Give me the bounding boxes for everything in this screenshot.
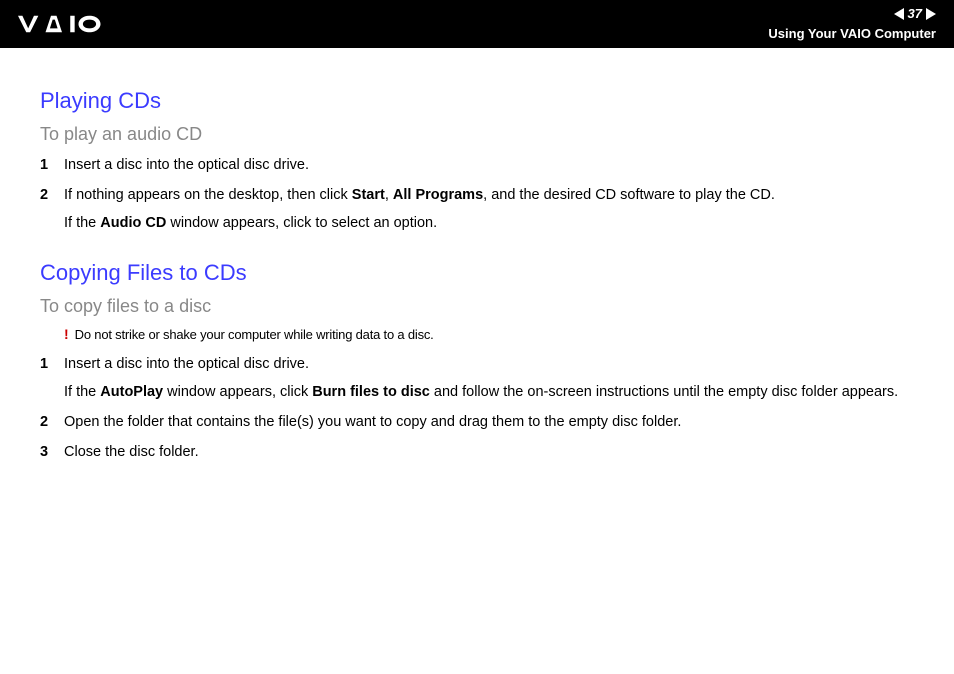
step-item: 3 Close the disc folder. bbox=[40, 442, 914, 464]
page-number: 37 bbox=[908, 5, 922, 23]
subheading-copy-files: To copy files to a disc bbox=[40, 296, 914, 317]
step-item: 1 Insert a disc into the optical disc dr… bbox=[40, 155, 914, 177]
step-number: 1 bbox=[40, 354, 64, 376]
warning-note: ! Do not strike or shake your computer w… bbox=[64, 327, 914, 342]
subheading-play-audio-cd: To play an audio CD bbox=[40, 124, 914, 145]
warning-text: Do not strike or shake your computer whi… bbox=[75, 327, 434, 342]
step-text: Insert a disc into the optical disc driv… bbox=[64, 354, 914, 404]
step-line: If nothing appears on the desktop, then … bbox=[64, 187, 775, 203]
next-page-icon[interactable] bbox=[926, 8, 936, 20]
step-number: 2 bbox=[40, 412, 64, 434]
step-item: 1 Insert a disc into the optical disc dr… bbox=[40, 354, 914, 404]
prev-page-icon[interactable] bbox=[894, 8, 904, 20]
page-content: Playing CDs To play an audio CD 1 Insert… bbox=[0, 48, 954, 463]
header-bar: 37 Using Your VAIO Computer bbox=[0, 0, 954, 48]
vaio-logo bbox=[18, 13, 128, 35]
page-navigation: 37 bbox=[768, 5, 936, 23]
step-text: If nothing appears on the desktop, then … bbox=[64, 185, 914, 235]
section-title: Using Your VAIO Computer bbox=[768, 25, 936, 43]
heading-playing-cds: Playing CDs bbox=[40, 88, 914, 114]
step-subline: If the Audio CD window appears, click to… bbox=[64, 213, 914, 235]
step-number: 1 bbox=[40, 155, 64, 177]
step-text: Open the folder that contains the file(s… bbox=[64, 412, 914, 434]
step-item: 2 If nothing appears on the desktop, the… bbox=[40, 185, 914, 235]
heading-copying-files: Copying Files to CDs bbox=[40, 260, 914, 286]
step-item: 2 Open the folder that contains the file… bbox=[40, 412, 914, 434]
step-line: Insert a disc into the optical disc driv… bbox=[64, 356, 309, 372]
step-text: Close the disc folder. bbox=[64, 442, 914, 464]
step-text: Insert a disc into the optical disc driv… bbox=[64, 155, 914, 177]
step-number: 2 bbox=[40, 185, 64, 207]
step-subline: If the AutoPlay window appears, click Bu… bbox=[64, 382, 914, 404]
steps-copying-files: 1 Insert a disc into the optical disc dr… bbox=[40, 354, 914, 463]
warning-icon: ! bbox=[64, 327, 69, 341]
step-number: 3 bbox=[40, 442, 64, 464]
steps-playing-cds: 1 Insert a disc into the optical disc dr… bbox=[40, 155, 914, 234]
